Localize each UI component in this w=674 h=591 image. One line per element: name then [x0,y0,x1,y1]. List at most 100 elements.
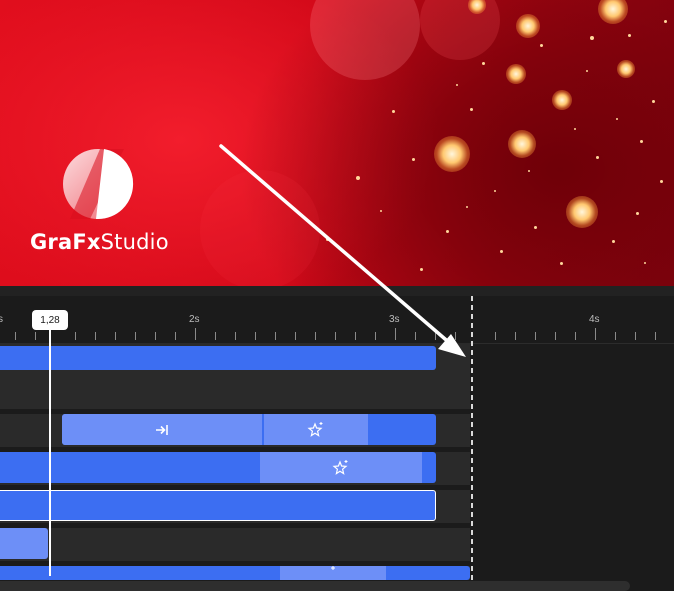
particle [456,84,458,86]
particle [356,176,360,180]
timeline-end-marker[interactable] [471,296,473,586]
bokeh-circle [310,0,420,80]
sparkle [617,60,635,78]
ruler-label: 3s [389,314,400,325]
ruler-tick [95,332,96,340]
particle [586,70,588,72]
timeline-clip[interactable] [0,566,470,580]
logo-mark-icon [63,149,134,220]
particle [660,180,663,183]
bokeh-circle [420,0,500,60]
ruler-tick [295,332,296,340]
particle [470,108,473,111]
ruler-label: 4s [589,314,600,325]
ruler-tick [175,332,176,340]
particle [534,226,537,229]
particle [616,118,618,120]
animation-sparkle-icon [264,414,368,445]
clip-animation-in[interactable] [62,414,262,445]
particle [644,262,646,264]
timeline-clip[interactable] [0,528,48,559]
sparkle [434,136,470,172]
ruler-tick [495,332,496,340]
particle [596,156,599,159]
time-ruler[interactable]: s 2s 3s 4s [0,296,674,344]
sparkle [566,196,598,228]
animation-sparkle-icon [260,452,422,483]
particle [494,190,496,192]
ruler-tick [235,332,236,340]
ruler-label: 2s [189,314,200,325]
playhead-time-label[interactable]: 1,28 [32,310,68,330]
ruler-tick [75,332,76,340]
particle [540,44,543,47]
ruler-tick [615,332,616,340]
clip-animation-loop[interactable] [260,452,422,483]
sparkle [508,130,536,158]
brand-logo: GraFxStudio [30,146,169,256]
ruler-tick [275,332,276,340]
particle [380,210,382,212]
clip-animation-loop[interactable] [264,414,368,445]
ruler-tick [575,332,576,340]
particle [574,128,576,130]
particle [392,110,395,113]
ruler-tick [375,332,376,340]
particle [482,62,485,65]
ruler-tick [315,332,316,340]
clip-animation-loop[interactable] [280,566,386,580]
ruler-tick [355,332,356,340]
ruler-tick [635,332,636,340]
particle [560,262,563,265]
playhead[interactable] [49,320,51,576]
particle [612,240,615,243]
track-row[interactable] [0,528,470,561]
brand-name: GraFxStudio [30,230,169,254]
design-preview: GraFxStudio [0,0,674,286]
ruler-tick [655,332,656,340]
ruler-tick [135,332,136,340]
particle [636,212,639,215]
track-row[interactable] [0,376,470,409]
ruler-tick [455,332,456,340]
ruler-tick [195,328,196,340]
ruler-tick [435,332,436,340]
animation-sparkle-icon [280,566,386,580]
timeline-clip[interactable] [0,346,436,370]
sparkle [516,14,540,38]
timeline-clip-selected[interactable] [0,490,436,521]
sparkle [552,90,572,110]
horizontal-scrollbar[interactable] [0,581,630,591]
ruler-tick [115,332,116,340]
particle [500,250,503,253]
ruler-label: s [0,314,3,325]
ruler-tick [395,328,396,340]
particle [640,140,643,143]
ruler-tick [535,332,536,340]
bokeh-circle [200,170,320,286]
ruler-tick [255,332,256,340]
particle [446,230,449,233]
ruler-tick [15,332,16,340]
ruler-tick [35,332,36,340]
timeline-header-bar [0,286,674,296]
particle [528,170,530,172]
ruler-tick [215,332,216,340]
particle [412,158,415,161]
particle [628,34,631,37]
ruler-tick [555,332,556,340]
particle [652,100,655,103]
particle [664,20,667,23]
skip-to-end-icon [62,414,262,445]
ruler-tick [155,332,156,340]
ruler-tick [415,332,416,340]
ruler-tick [595,328,596,340]
particle [466,206,468,208]
timeline-panel[interactable]: s 2s 3s 4s 1,28 [0,286,674,591]
sparkle [598,0,628,24]
particle [326,238,329,241]
sparkle [506,64,526,84]
particle [590,36,594,40]
ruler-tick [515,332,516,340]
particle [420,268,423,271]
